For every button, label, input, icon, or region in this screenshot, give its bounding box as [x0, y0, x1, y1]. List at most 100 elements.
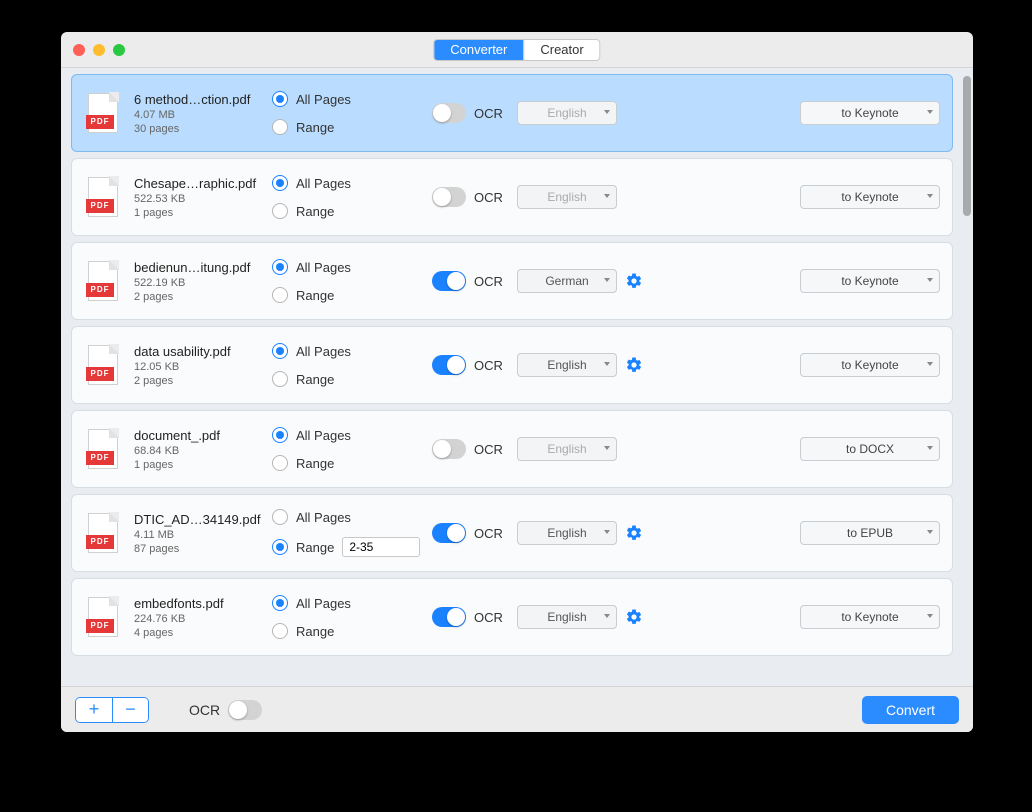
ocr-switch[interactable] [432, 103, 466, 123]
file-row[interactable]: PDFDTIC_AD…34149.pdf4.11 MB87 pagesAll P… [71, 494, 953, 572]
format-dropdown[interactable]: to DOCX [800, 437, 940, 461]
tab-converter[interactable]: Converter [434, 40, 523, 60]
ocr-switch[interactable] [432, 607, 466, 627]
ocr-switch[interactable] [432, 271, 466, 291]
language-dropdown: English [517, 437, 617, 461]
range-label: Range [296, 540, 334, 555]
range-input[interactable] [342, 537, 420, 557]
language-value: English [547, 526, 586, 540]
pdf-file-icon: PDF [84, 429, 122, 469]
ocr-switch[interactable] [432, 523, 466, 543]
file-name: embedfonts.pdf [134, 596, 272, 611]
pdf-file-icon: PDF [84, 177, 122, 217]
file-size: 4.11 MB [134, 529, 272, 541]
gear-icon[interactable] [625, 356, 643, 374]
gear-icon[interactable] [625, 608, 643, 626]
format-dropdown[interactable]: to Keynote [800, 269, 940, 293]
language-dropdown: English [517, 101, 617, 125]
file-row[interactable]: PDF6 method…ction.pdf4.07 MB30 pagesAll … [71, 74, 953, 152]
language-group: English [517, 185, 667, 209]
language-group: English [517, 353, 667, 377]
format-dropdown[interactable]: to Keynote [800, 185, 940, 209]
file-pages: 2 pages [134, 375, 272, 387]
all-pages-label: All Pages [296, 176, 351, 191]
footer-ocr-group: OCR [189, 700, 262, 720]
ocr-group: OCR [432, 439, 517, 459]
chevron-down-icon [604, 614, 610, 618]
range-radio[interactable] [272, 539, 288, 555]
format-dropdown[interactable]: to Keynote [800, 101, 940, 125]
add-file-button[interactable]: + [76, 698, 112, 722]
range-radio[interactable] [272, 119, 288, 135]
format-dropdown[interactable]: to Keynote [800, 353, 940, 377]
zoom-icon[interactable] [113, 44, 125, 56]
language-dropdown[interactable]: English [517, 605, 617, 629]
page-range-group: All PagesRange [272, 343, 432, 387]
file-info: document_.pdf68.84 KB1 pages [122, 428, 272, 471]
format-dropdown[interactable]: to EPUB [800, 521, 940, 545]
language-group: English [517, 101, 667, 125]
mode-segmented: Converter Creator [433, 39, 600, 61]
file-info: data usability.pdf12.05 KB2 pages [122, 344, 272, 387]
all-pages-radio[interactable] [272, 343, 288, 359]
gear-icon[interactable] [625, 524, 643, 542]
ocr-group: OCR [432, 355, 517, 375]
scrollbar[interactable] [961, 68, 973, 686]
file-row[interactable]: PDFembedfonts.pdf224.76 KB4 pagesAll Pag… [71, 578, 953, 656]
scrollbar-thumb[interactable] [963, 76, 971, 216]
format-group: to DOCX [667, 437, 940, 461]
range-radio[interactable] [272, 287, 288, 303]
minimize-icon[interactable] [93, 44, 105, 56]
ocr-group: OCR [432, 103, 517, 123]
footer-ocr-switch[interactable] [228, 700, 262, 720]
file-row[interactable]: PDFbedienun…itung.pdf522.19 KB2 pagesAll… [71, 242, 953, 320]
file-size: 12.05 KB [134, 361, 272, 373]
page-range-group: All PagesRange [272, 175, 432, 219]
file-info: embedfonts.pdf224.76 KB4 pages [122, 596, 272, 639]
ocr-switch[interactable] [432, 439, 466, 459]
chevron-down-icon [604, 446, 610, 450]
language-value: English [547, 106, 586, 120]
chevron-down-icon [927, 614, 933, 618]
all-pages-radio[interactable] [272, 427, 288, 443]
range-radio[interactable] [272, 371, 288, 387]
file-row[interactable]: PDFdata usability.pdf12.05 KB2 pagesAll … [71, 326, 953, 404]
file-pages: 2 pages [134, 291, 272, 303]
tab-creator[interactable]: Creator [523, 40, 599, 60]
language-group: English [517, 521, 667, 545]
format-dropdown[interactable]: to Keynote [800, 605, 940, 629]
all-pages-radio[interactable] [272, 175, 288, 191]
convert-button[interactable]: Convert [862, 696, 959, 724]
range-radio[interactable] [272, 455, 288, 471]
file-pages: 1 pages [134, 207, 272, 219]
format-group: to Keynote [667, 101, 940, 125]
close-icon[interactable] [73, 44, 85, 56]
ocr-switch[interactable] [432, 355, 466, 375]
footer: + − OCR Convert [61, 686, 973, 732]
range-radio[interactable] [272, 623, 288, 639]
all-pages-radio[interactable] [272, 595, 288, 611]
remove-file-button[interactable]: − [112, 698, 148, 722]
all-pages-label: All Pages [296, 344, 351, 359]
all-pages-radio[interactable] [272, 91, 288, 107]
file-row[interactable]: PDFdocument_.pdf68.84 KB1 pages All Pages… [71, 410, 953, 488]
format-value: to Keynote [841, 190, 898, 204]
language-dropdown[interactable]: English [517, 521, 617, 545]
ocr-label: OCR [474, 442, 503, 457]
format-value: to Keynote [841, 274, 898, 288]
language-value: English [547, 610, 586, 624]
all-pages-radio[interactable] [272, 259, 288, 275]
all-pages-label: All Pages [296, 428, 351, 443]
range-label: Range [296, 624, 334, 639]
ocr-switch[interactable] [432, 187, 466, 207]
gear-icon[interactable] [625, 272, 643, 290]
range-radio[interactable] [272, 203, 288, 219]
all-pages-radio[interactable] [272, 509, 288, 525]
language-dropdown[interactable]: German [517, 269, 617, 293]
format-value: to Keynote [841, 610, 898, 624]
footer-ocr-label: OCR [189, 702, 220, 718]
chevron-down-icon [927, 446, 933, 450]
file-row[interactable]: PDFChesape…raphic.pdf522.53 KB1 pagesAll… [71, 158, 953, 236]
language-dropdown[interactable]: English [517, 353, 617, 377]
all-pages-label: All Pages [296, 596, 351, 611]
